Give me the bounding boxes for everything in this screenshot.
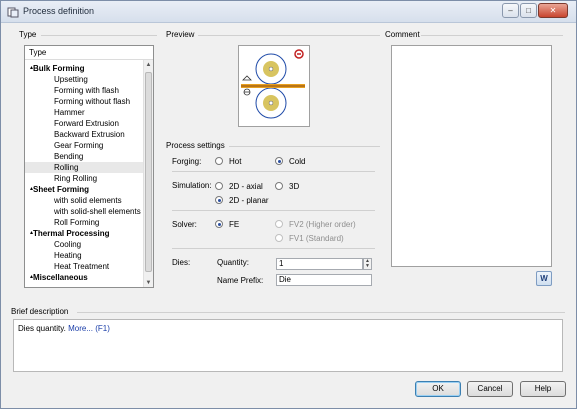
title-bar: Process definition – □ ✕	[1, 1, 576, 23]
scroll-thumb[interactable]	[145, 72, 152, 272]
scroll-up-arrow-icon[interactable]: ▲	[144, 60, 153, 70]
scroll-down-arrow-icon[interactable]: ▼	[144, 278, 153, 287]
rolling-preview-image	[238, 45, 310, 127]
tree-item[interactable]: Gear Forming	[25, 140, 143, 151]
tree-item[interactable]: Cooling	[25, 239, 143, 250]
brief-description-box: Dies quantity. More... (F1)	[13, 319, 563, 372]
type-group-line	[41, 35, 157, 36]
rolling-diagram	[241, 49, 305, 119]
cancel-button[interactable]: Cancel	[467, 381, 513, 397]
simulation-3d-label[interactable]: 3D	[289, 182, 299, 191]
solver-fv1-label[interactable]: FV1 (Standard)	[289, 234, 344, 243]
solver-fv1-radio[interactable]	[275, 234, 283, 242]
process-type-tree[interactable]: Type Bulk FormingUpsettingForming with f…	[24, 45, 154, 288]
tree-item[interactable]: Forming without flash	[25, 96, 143, 107]
maximize-button[interactable]: □	[520, 3, 537, 18]
simulation-2d-axial-label[interactable]: 2D - axial	[229, 182, 263, 191]
separator	[172, 248, 375, 249]
preview-group-line	[198, 35, 380, 36]
solver-label: Solver:	[172, 220, 197, 229]
more-help-link[interactable]: More... (F1)	[68, 324, 110, 333]
solver-fv2-label[interactable]: FV2 (Higher order)	[289, 220, 356, 229]
brief-group-line	[77, 312, 565, 313]
tree-header[interactable]: Type	[25, 46, 153, 60]
simulation-3d-radio[interactable]	[275, 182, 283, 190]
separator	[172, 210, 375, 211]
tree-item[interactable]: Forming with flash	[25, 85, 143, 96]
window-title: Process definition	[23, 6, 95, 16]
type-group-label: Type	[19, 30, 37, 39]
tree-item[interactable]: Rolling	[25, 162, 143, 173]
tree-category[interactable]: Bulk Forming	[25, 63, 143, 74]
simulation-label: Simulation:	[172, 181, 212, 190]
tree-item[interactable]: Hammer	[25, 107, 143, 118]
preview-group-label: Preview	[166, 30, 195, 39]
process-definition-dialog: Process definition – □ ✕ Type Type Bulk …	[0, 0, 577, 409]
tree-item[interactable]: Ring Rolling	[25, 173, 143, 184]
separator	[172, 171, 375, 172]
tree-item[interactable]: Bending	[25, 151, 143, 162]
app-icon	[7, 7, 19, 18]
simulation-2d-axial-radio[interactable]	[215, 182, 223, 190]
tree-item[interactable]: Heat Treatment	[25, 261, 143, 272]
forging-label: Forging:	[172, 157, 202, 166]
solver-fe-label[interactable]: FE	[229, 220, 239, 229]
close-button[interactable]: ✕	[538, 3, 568, 18]
name-prefix-label: Name Prefix:	[217, 276, 264, 285]
tree-item[interactable]: Roll Forming	[25, 217, 143, 228]
comment-group-line	[421, 35, 563, 36]
tree-item[interactable]: with solid-shell elements	[25, 206, 143, 217]
tree-items: Bulk FormingUpsettingForming with flashF…	[25, 63, 143, 283]
tree-item[interactable]: with solid elements	[25, 195, 143, 206]
process-settings-label: Process settings	[166, 141, 225, 150]
forging-cold-radio[interactable]	[275, 157, 283, 165]
forging-cold-label[interactable]: Cold	[289, 157, 305, 166]
name-prefix-input[interactable]: Die	[276, 274, 372, 286]
tree-category[interactable]: Thermal Processing	[25, 228, 143, 239]
forging-hot-radio[interactable]	[215, 157, 223, 165]
tree-category[interactable]: Miscellaneous	[25, 272, 143, 283]
minimize-button[interactable]: –	[502, 3, 519, 18]
tree-scrollbar[interactable]: ▲ ▼	[143, 60, 153, 287]
simulation-2d-planar-label[interactable]: 2D - planar	[229, 196, 269, 205]
quantity-spinner[interactable]: ▲ ▼	[363, 258, 372, 270]
help-button[interactable]: Help	[520, 381, 566, 397]
tree-item[interactable]: Forward Extrusion	[25, 118, 143, 129]
solver-fe-radio[interactable]	[215, 220, 223, 228]
solver-fv2-radio[interactable]	[275, 220, 283, 228]
quantity-label: Quantity:	[217, 258, 250, 267]
forging-hot-label[interactable]: Hot	[229, 157, 241, 166]
ok-button[interactable]: OK	[415, 381, 461, 397]
comment-group-label: Comment	[385, 30, 420, 39]
tree-item[interactable]: Upsetting	[25, 74, 143, 85]
quantity-input[interactable]: 1	[276, 258, 363, 270]
comment-textarea[interactable]	[391, 45, 552, 267]
brief-text: Dies quantity.	[18, 324, 66, 333]
process-settings-line	[229, 146, 380, 147]
tree-category[interactable]: Sheet Forming	[25, 184, 143, 195]
w-button[interactable]: W	[536, 271, 552, 286]
brief-description-label: Brief description	[11, 307, 69, 316]
tree-item[interactable]: Heating	[25, 250, 143, 261]
simulation-2d-planar-radio[interactable]	[215, 196, 223, 204]
tree-item[interactable]: Backward Extrusion	[25, 129, 143, 140]
dies-label: Dies:	[172, 258, 191, 267]
